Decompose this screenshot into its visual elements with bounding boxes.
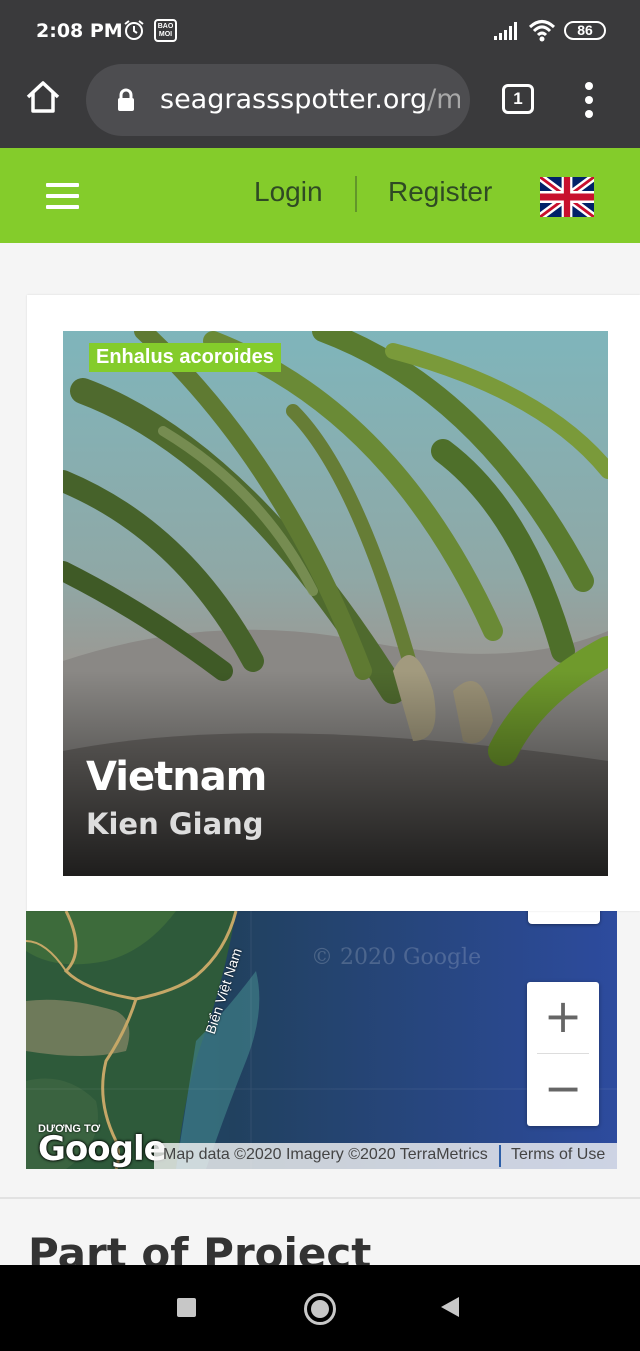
zoom-in-button[interactable]: + [527,982,599,1054]
home-icon[interactable] [24,78,62,116]
map[interactable]: © 2020 Google Biển Việt Nam DƯƠNG TƠ + −… [26,911,617,1169]
map-data-credit: Map data ©2020 Imagery ©2020 TerraMetric… [163,1146,488,1163]
attribution-divider [499,1145,501,1167]
url-path: /ma [427,84,460,115]
address-bar[interactable]: seagrassspotter.org/ma [86,64,470,136]
sighting-region: Kien Giang [86,807,264,841]
terms-of-use-link[interactable]: Terms of Use [511,1146,605,1164]
login-link[interactable]: Login [254,176,323,208]
back-icon[interactable] [440,1296,460,1318]
signal-icon [494,22,517,40]
zoom-controls: + − [527,982,599,1126]
page-content: © 2020 Google Biển Việt Nam DƯƠNG TƠ + −… [0,243,640,1265]
nav-divider [355,176,357,212]
part-of-project-heading: Part of Project [28,1229,372,1265]
home-nav-button[interactable] [304,1293,336,1325]
status-time: 2:08 PM [36,20,123,42]
browser-menu-icon[interactable] [580,82,600,118]
browser-toolbar: seagrassspotter.org/ma 1 [0,62,640,148]
recents-button[interactable] [177,1298,196,1317]
sighting-card[interactable]: Enhalus acoroides Vietnam Kien Giang [27,295,640,911]
seagrass-photo[interactable]: Enhalus acoroides Vietnam Kien Giang [63,331,608,876]
map-attribution: Map data ©2020 Imagery ©2020 TerraMetric… [154,1143,617,1169]
hamburger-menu-icon[interactable] [46,183,80,209]
status-bar: 2:08 PM BAO MOI 86 [0,0,640,62]
map-type-control[interactable] [528,911,600,924]
url-text[interactable]: seagrassspotter.org/ma [160,84,460,116]
url-domain: seagrassspotter.org [160,84,428,115]
battery-icon: 86 [564,21,606,40]
lock-icon [118,88,134,111]
uk-flag-icon[interactable] [540,177,594,217]
map-watermark: © 2020 Google [311,945,482,970]
alarm-icon [124,20,144,40]
google-logo: Google [38,1129,167,1169]
site-header: Login Register [0,148,640,243]
tab-switcher-button[interactable]: 1 [502,84,534,114]
sighting-country: Vietnam [86,754,267,800]
section-divider [0,1197,640,1199]
zoom-out-button[interactable]: − [527,1054,599,1126]
species-tag[interactable]: Enhalus acoroides [89,343,281,372]
register-link[interactable]: Register [388,176,492,208]
baomoi-notification-icon: BAO MOI [154,19,177,42]
android-nav-bar [0,1265,640,1351]
wifi-icon [528,20,556,42]
